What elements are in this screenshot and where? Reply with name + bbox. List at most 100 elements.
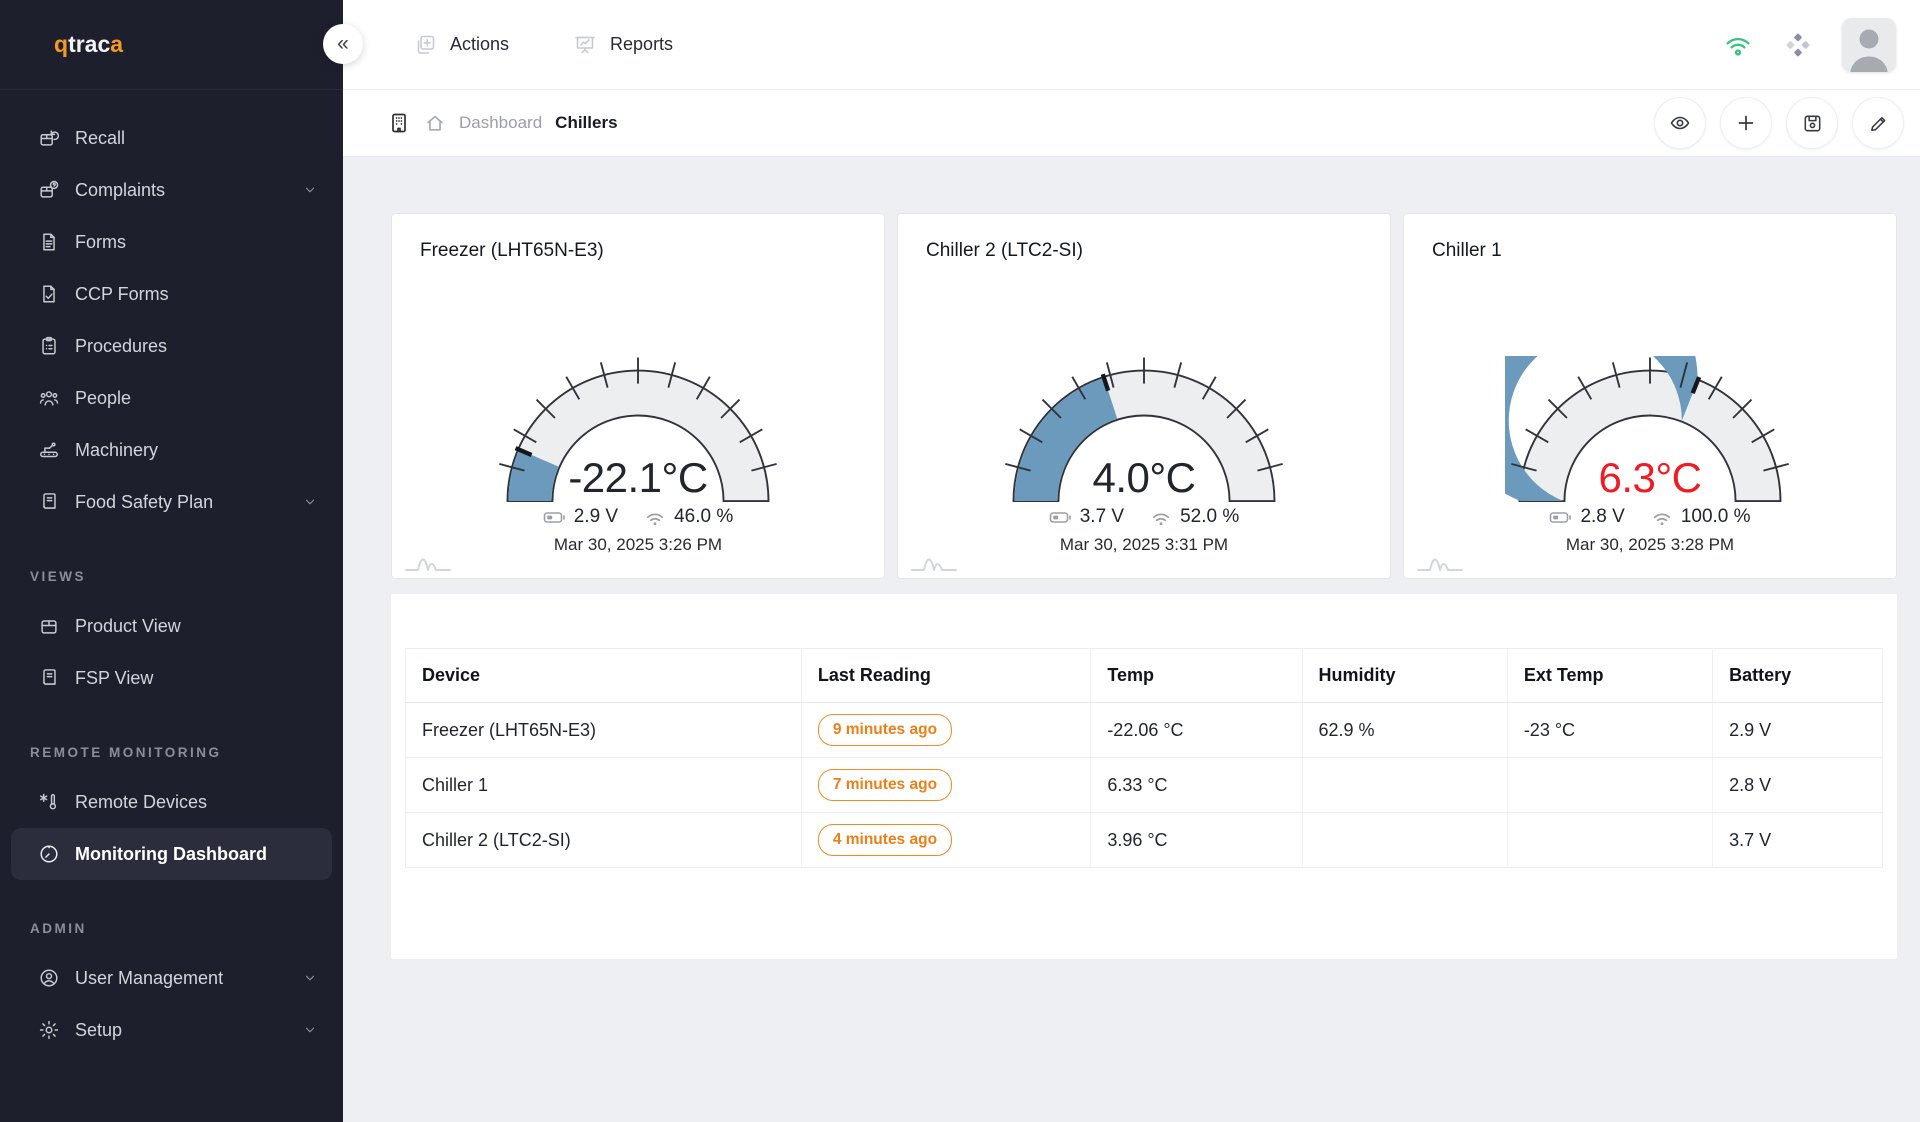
apps-diamonds-icon[interactable] [1784, 31, 1812, 59]
sidebar-item-label: Setup [75, 1020, 122, 1041]
sidebar-item-food-safety-plan[interactable]: Food Safety Plan [0, 476, 343, 528]
breadcrumb-bar: Dashboard Chillers [343, 90, 1920, 157]
save-button[interactable] [1786, 97, 1838, 149]
sidebar-nav: Recall Complaints Forms CCP Forms Proced… [0, 90, 343, 1056]
sidebar-item-product-view[interactable]: Product View [0, 600, 343, 652]
reports-icon [573, 33, 597, 57]
signal-icon [644, 507, 666, 527]
chevron-down-icon [303, 495, 317, 509]
sidebar-item-ccp-forms[interactable]: CCP Forms [0, 268, 343, 320]
spark-chart-icon[interactable] [910, 550, 984, 572]
column-header-last-reading: Last Reading [801, 649, 1090, 703]
humidity-value: 100.0 % [1681, 506, 1751, 528]
sidebar-item-forms[interactable]: Forms [0, 216, 343, 268]
temp-cell: -22.06 °C [1091, 703, 1302, 758]
signal-icon [1651, 507, 1673, 527]
sidebar-collapse-button[interactable]: « [323, 24, 363, 64]
temp-cell: 6.33 °C [1091, 758, 1302, 813]
top-tabs: Actions Reports [413, 33, 673, 57]
gauge-meta: 2.9 V 46.0 % [420, 506, 856, 528]
chevron-down-icon [303, 971, 317, 985]
view-button[interactable] [1654, 97, 1706, 149]
ext-temp-cell [1507, 758, 1712, 813]
battery-icon [1049, 507, 1072, 528]
column-header-humidity: Humidity [1302, 649, 1507, 703]
add-button[interactable] [1720, 97, 1772, 149]
breadcrumb-dashboard[interactable]: Dashboard [459, 113, 542, 133]
gauge-value: 6.3°C [1505, 454, 1795, 502]
book-icon [38, 491, 60, 513]
last-reading-cell: 4 minutes ago [801, 813, 1090, 868]
sidebar-item-machinery[interactable]: Machinery [0, 424, 343, 476]
battery-reading: 2.9 V [543, 506, 618, 528]
sidebar-item-setup[interactable]: Setup [0, 1004, 343, 1056]
complaints-icon [38, 179, 60, 201]
sidebar-item-procedures[interactable]: Procedures [0, 320, 343, 372]
tab-actions[interactable]: Actions [413, 33, 509, 57]
temperature-gauge: -22.1°C [493, 356, 783, 504]
sidebar-item-label: Food Safety Plan [75, 492, 213, 513]
sidebar-item-label: FSP View [75, 668, 153, 689]
table-row[interactable]: Chiller 2 (LTC2-SI) 4 minutes ago 3.96 °… [406, 813, 1883, 868]
devices-table: Device Last Reading Temp Humidity Ext Te… [405, 648, 1883, 868]
table-header-row: Device Last Reading Temp Humidity Ext Te… [406, 649, 1883, 703]
ext-temp-cell: -23 °C [1507, 703, 1712, 758]
sidebar-item-remote-devices[interactable]: Remote Devices [0, 776, 343, 828]
sidebar-item-people[interactable]: People [0, 372, 343, 424]
temperature-gauge: 6.3°C [1505, 356, 1795, 504]
device-cell: Chiller 1 [406, 758, 802, 813]
table-row[interactable]: Freezer (LHT65N-E3) 9 minutes ago -22.06… [406, 703, 1883, 758]
building-icon[interactable] [387, 111, 411, 135]
signal-icon [1150, 507, 1172, 527]
top-right-icons [1722, 18, 1896, 72]
last-reading-badge: 4 minutes ago [818, 824, 952, 856]
reading-timestamp: Mar 30, 2025 3:26 PM [420, 535, 856, 555]
sidebar-item-user-management[interactable]: User Management [0, 952, 343, 1004]
breadcrumb: Dashboard Chillers [387, 111, 618, 135]
gauge-meta: 3.7 V 52.0 % [926, 506, 1362, 528]
chevron-down-icon [303, 183, 317, 197]
save-icon [1801, 112, 1824, 135]
actions-icon [413, 33, 437, 57]
table-row[interactable]: Chiller 1 7 minutes ago 6.33 °C 2.8 V [406, 758, 1883, 813]
spark-chart-icon[interactable] [404, 550, 478, 572]
sidebar-section-admin: ADMIN [0, 904, 343, 952]
spark-chart-icon[interactable] [1416, 550, 1490, 572]
reading-timestamp: Mar 30, 2025 3:31 PM [926, 535, 1362, 555]
sidebar-item-label: Recall [75, 128, 125, 149]
column-header-temp: Temp [1091, 649, 1302, 703]
logo-part: trac [68, 31, 110, 58]
gauge-cards-row: Freezer (LHT65N-E3) -22.1°C 2.9 V 46.0 % [391, 213, 1904, 579]
brand-logo[interactable]: qtraca [0, 0, 343, 90]
pencil-icon [1867, 112, 1890, 135]
tab-label: Actions [450, 34, 509, 55]
tab-label: Reports [610, 34, 673, 55]
sidebar-item-label: Machinery [75, 440, 158, 461]
sidebar-item-recall[interactable]: Recall [0, 112, 343, 164]
sidebar-item-monitoring-dashboard[interactable]: Monitoring Dashboard [11, 828, 332, 880]
procedures-icon [38, 335, 60, 357]
edit-button[interactable] [1852, 97, 1904, 149]
gauge-card-freezer: Freezer (LHT65N-E3) -22.1°C 2.9 V 46.0 % [391, 213, 885, 579]
column-header-ext-temp: Ext Temp [1507, 649, 1712, 703]
devices-table-panel: Device Last Reading Temp Humidity Ext Te… [391, 594, 1897, 959]
gear-icon [38, 1019, 60, 1041]
gauge-meta: 2.8 V 100.0 % [1432, 506, 1868, 528]
user-avatar[interactable] [1842, 18, 1896, 72]
page-toolbar [1654, 97, 1904, 149]
temperature-gauge: 4.0°C [999, 356, 1289, 504]
gauge-value: -22.1°C [493, 454, 783, 502]
tab-reports[interactable]: Reports [573, 33, 673, 57]
sidebar-item-fsp-view[interactable]: FSP View [0, 652, 343, 704]
recall-icon [38, 127, 60, 149]
wifi-status-icon[interactable] [1722, 29, 1754, 61]
ext-temp-cell [1507, 813, 1712, 868]
thermometer-snowflake-icon [38, 791, 60, 813]
home-icon[interactable] [424, 112, 446, 134]
last-reading-cell: 9 minutes ago [801, 703, 1090, 758]
logo-part: q [54, 31, 68, 58]
battery-value: 2.9 V [574, 506, 618, 528]
chevron-down-icon [303, 1023, 317, 1037]
breadcrumb-current: Chillers [555, 113, 617, 133]
sidebar-item-complaints[interactable]: Complaints [0, 164, 343, 216]
